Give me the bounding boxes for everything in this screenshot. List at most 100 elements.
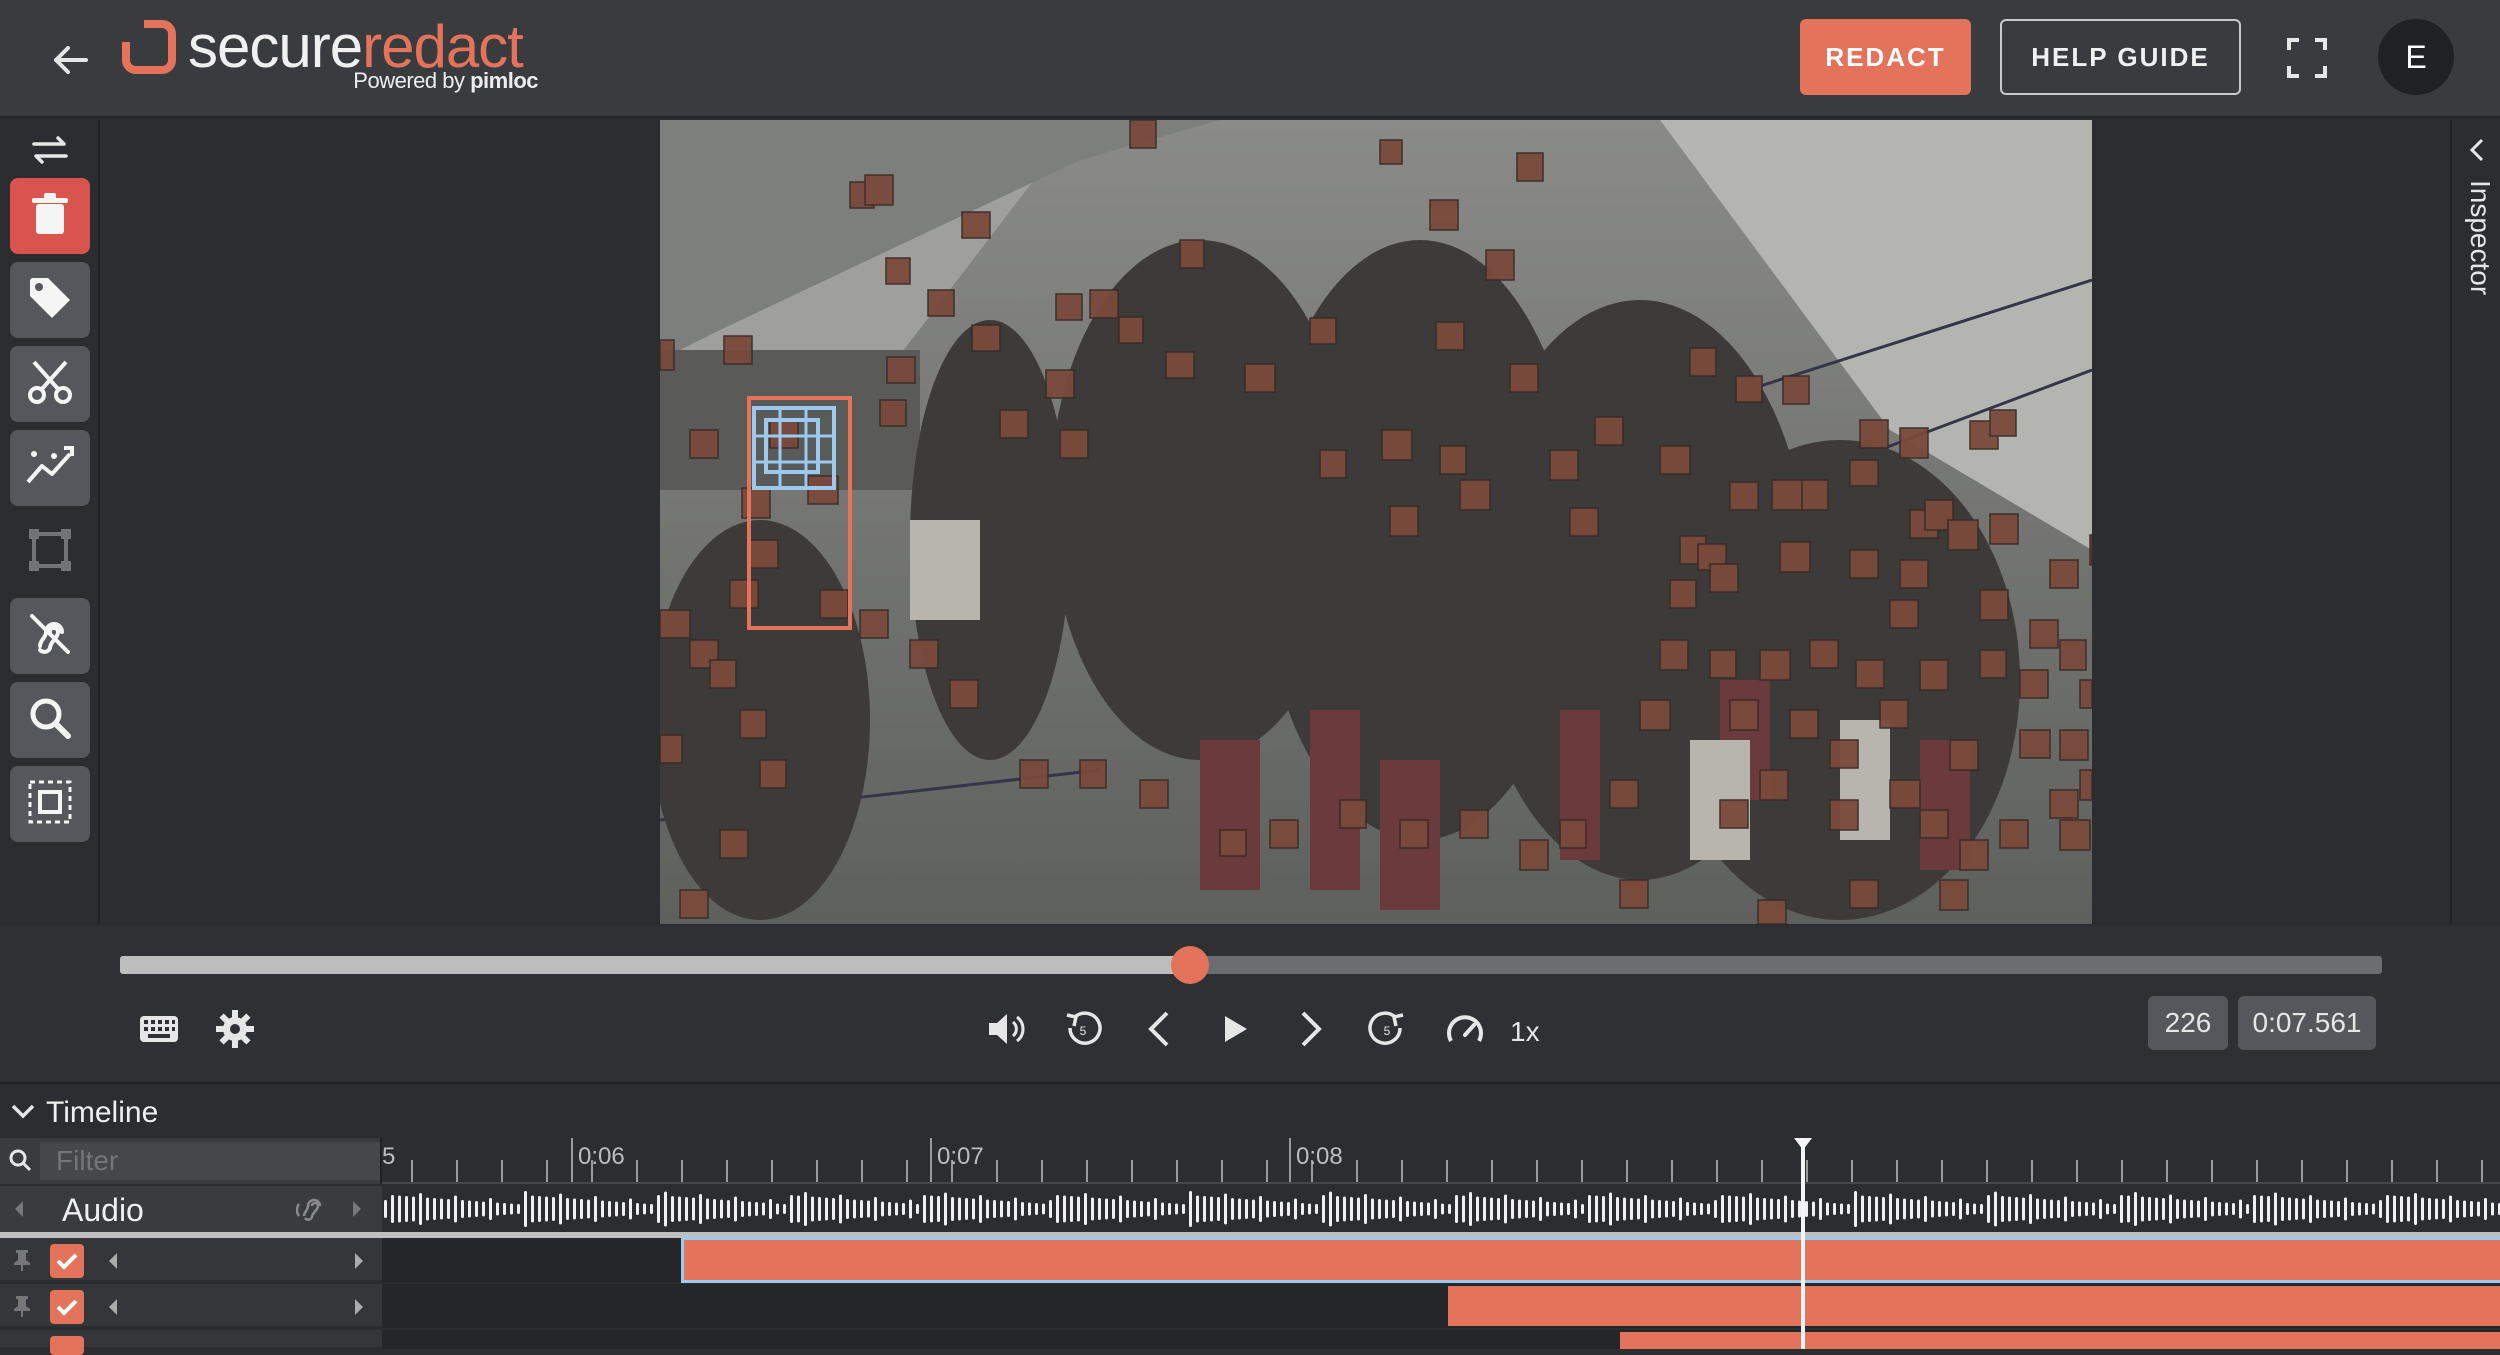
waveform-bar: [888, 1202, 891, 1216]
track-lane[interactable]: [382, 1284, 2500, 1328]
redact-button[interactable]: REDACT: [1800, 19, 1971, 95]
chevron-down-icon[interactable]: [10, 1098, 36, 1124]
waveform-bar: [1546, 1201, 1549, 1217]
waveform-bar: [1952, 1202, 1955, 1216]
track-prev-icon[interactable]: [108, 1298, 118, 1321]
waveform-bar: [1560, 1202, 1563, 1216]
filter-input[interactable]: [40, 1142, 380, 1180]
track-next-icon[interactable]: [354, 1298, 364, 1321]
redaction-segment[interactable]: [681, 1237, 2500, 1283]
waveform-bar: [1959, 1198, 1962, 1220]
previous-frame-icon[interactable]: [1134, 1004, 1184, 1054]
waveform-bar: [1203, 1196, 1206, 1222]
user-avatar[interactable]: E: [2378, 19, 2454, 95]
playback-speed-icon[interactable]: [1440, 1004, 1490, 1054]
waveform-bar: [804, 1192, 807, 1226]
waveform-bar: [2001, 1196, 2004, 1222]
waveform-bar: [454, 1195, 457, 1223]
waveform-bar: [1805, 1201, 1808, 1217]
waveform-bar: [461, 1200, 464, 1218]
play-icon[interactable]: [1210, 1004, 1260, 1054]
next-frame-icon[interactable]: [1286, 1004, 1336, 1054]
ruler-label: 0:06: [578, 1143, 625, 1170]
track-lane[interactable]: [382, 1330, 2500, 1349]
scissors-tool-button[interactable]: [10, 346, 90, 422]
video-frame[interactable]: [660, 120, 2092, 924]
pin-icon[interactable]: [12, 1248, 32, 1277]
pin-icon[interactable]: [12, 1294, 32, 1323]
timeline-playhead[interactable]: [1801, 1138, 1805, 1349]
audio-mute-tool-button[interactable]: [10, 598, 90, 674]
waveform-bar: [2183, 1199, 2186, 1219]
waveform-bar: [1434, 1199, 1437, 1219]
waveform-bar: [601, 1200, 604, 1218]
redaction-segment[interactable]: [1620, 1332, 2500, 1349]
timeline-ruler[interactable]: 5 0:06 0:07 0:08: [382, 1138, 2500, 1184]
volume-icon[interactable]: [982, 1004, 1032, 1054]
waveform-bar: [671, 1196, 674, 1222]
search-tool-button[interactable]: [10, 682, 90, 758]
swap-arrows-icon[interactable]: [28, 130, 72, 170]
tracking-icon: [24, 442, 76, 495]
waveform-bar: [1224, 1193, 1227, 1225]
tag-tool-button[interactable]: [10, 262, 90, 338]
waveform-bar: [1497, 1198, 1500, 1220]
svg-text:5: 5: [1080, 1024, 1087, 1038]
back-arrow-icon[interactable]: [44, 34, 96, 86]
help-guide-button[interactable]: HELP GUIDE: [2000, 19, 2241, 95]
search-icon: [26, 694, 74, 747]
waveform-bar: [1889, 1193, 1892, 1225]
waveform-bar: [1511, 1199, 1514, 1219]
fullscreen-icon[interactable]: [2285, 36, 2329, 80]
waveform-bar: [2141, 1196, 2144, 1222]
rewind-5-icon[interactable]: 5: [1058, 1004, 1108, 1054]
track-lane[interactable]: [382, 1237, 2500, 1283]
redaction-segment[interactable]: [1448, 1286, 2500, 1326]
inspector-label[interactable]: Inspector: [2464, 180, 2496, 295]
timeline-header[interactable]: Timeline: [0, 1082, 2500, 1138]
waveform-bar: [1112, 1199, 1115, 1219]
track-prev-icon[interactable]: [108, 1252, 118, 1275]
track-visible-checkbox[interactable]: [50, 1336, 84, 1355]
waveform-bar: [909, 1199, 912, 1219]
waveform-bar: [2351, 1202, 2354, 1216]
inspector-panel[interactable]: Inspector: [2450, 120, 2500, 924]
waveform-bar: [2225, 1202, 2228, 1216]
waveform-bar: [1077, 1196, 1080, 1222]
collapse-right-icon[interactable]: [352, 1200, 362, 1223]
track-visible-checkbox[interactable]: [50, 1290, 84, 1324]
track-header: [0, 1330, 382, 1355]
video-scrubber[interactable]: [120, 946, 2382, 984]
audio-waveform[interactable]: [382, 1186, 2500, 1232]
track-next-icon[interactable]: [354, 1252, 364, 1275]
bounding-box-tool-button[interactable]: [10, 514, 90, 590]
waveform-bar: [1791, 1200, 1794, 1218]
settings-gear-icon[interactable]: [210, 1004, 260, 1054]
track-visible-checkbox[interactable]: [50, 1244, 84, 1278]
waveform-bar: [685, 1197, 688, 1221]
hearing-icon[interactable]: [295, 1196, 326, 1229]
waveform-bar: [2218, 1202, 2221, 1216]
keyboard-icon[interactable]: [134, 1004, 184, 1054]
waveform-bar: [2169, 1194, 2172, 1224]
scissors-icon: [26, 358, 74, 411]
playhead-cap[interactable]: [1794, 1138, 1812, 1150]
waveform-bar: [1049, 1200, 1052, 1218]
playback-rate[interactable]: 1x: [1510, 1016, 1540, 1048]
waveform-bar: [1420, 1202, 1423, 1216]
delete-tool-button[interactable]: [10, 178, 90, 254]
waveform-bar: [573, 1198, 576, 1220]
waveform-bar: [734, 1196, 737, 1222]
forward-5-icon[interactable]: 5: [1362, 1004, 1412, 1054]
scrubber-handle[interactable]: [1170, 946, 1209, 984]
waveform-bar: [2253, 1195, 2256, 1223]
waveform-bar: [2246, 1204, 2249, 1214]
select-region-tool-button[interactable]: [10, 766, 90, 842]
chevron-left-icon[interactable]: [2468, 138, 2486, 167]
tracking-tool-button[interactable]: [10, 430, 90, 506]
waveform-bar: [839, 1194, 842, 1224]
waveform-bar: [419, 1193, 422, 1225]
waveform-bar: [860, 1200, 863, 1218]
waveform-bar: [1259, 1196, 1262, 1222]
collapse-left-icon[interactable]: [14, 1200, 24, 1223]
